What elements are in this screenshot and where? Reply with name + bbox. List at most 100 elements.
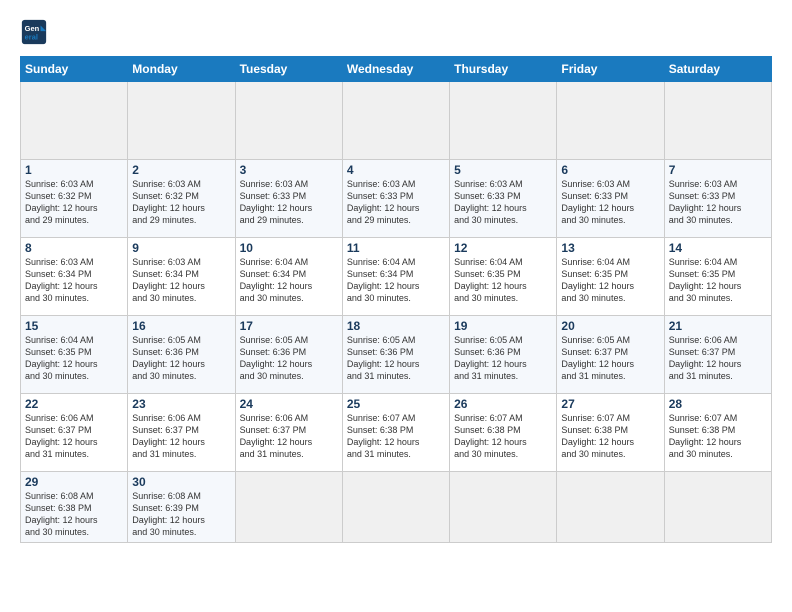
day-number: 16 xyxy=(132,319,230,333)
day-info: Sunrise: 6:03 AM Sunset: 6:34 PM Dayligh… xyxy=(132,256,230,305)
calendar-cell: 11Sunrise: 6:04 AM Sunset: 6:34 PM Dayli… xyxy=(342,238,449,316)
calendar-cell: 6Sunrise: 6:03 AM Sunset: 6:33 PM Daylig… xyxy=(557,160,664,238)
calendar-cell: 17Sunrise: 6:05 AM Sunset: 6:36 PM Dayli… xyxy=(235,316,342,394)
day-info: Sunrise: 6:04 AM Sunset: 6:35 PM Dayligh… xyxy=(25,334,123,383)
calendar-cell xyxy=(342,472,449,543)
logo-icon: Gen eral xyxy=(20,18,48,46)
day-number: 18 xyxy=(347,319,445,333)
calendar-week-row xyxy=(21,82,772,160)
calendar-week-row: 22Sunrise: 6:06 AM Sunset: 6:37 PM Dayli… xyxy=(21,394,772,472)
day-number: 20 xyxy=(561,319,659,333)
day-number: 2 xyxy=(132,163,230,177)
day-number: 15 xyxy=(25,319,123,333)
calendar-cell: 21Sunrise: 6:06 AM Sunset: 6:37 PM Dayli… xyxy=(664,316,771,394)
day-number: 23 xyxy=(132,397,230,411)
calendar-cell: 12Sunrise: 6:04 AM Sunset: 6:35 PM Dayli… xyxy=(450,238,557,316)
day-number: 29 xyxy=(25,475,123,489)
calendar-cell: 10Sunrise: 6:04 AM Sunset: 6:34 PM Dayli… xyxy=(235,238,342,316)
col-header-monday: Monday xyxy=(128,57,235,82)
page: Gen eral SundayMondayTuesdayWednesdayThu… xyxy=(0,0,792,612)
col-header-saturday: Saturday xyxy=(664,57,771,82)
col-header-sunday: Sunday xyxy=(21,57,128,82)
col-header-friday: Friday xyxy=(557,57,664,82)
day-number: 12 xyxy=(454,241,552,255)
col-header-thursday: Thursday xyxy=(450,57,557,82)
day-info: Sunrise: 6:07 AM Sunset: 6:38 PM Dayligh… xyxy=(347,412,445,461)
day-info: Sunrise: 6:05 AM Sunset: 6:37 PM Dayligh… xyxy=(561,334,659,383)
day-info: Sunrise: 6:05 AM Sunset: 6:36 PM Dayligh… xyxy=(347,334,445,383)
day-info: Sunrise: 6:08 AM Sunset: 6:39 PM Dayligh… xyxy=(132,490,230,539)
day-info: Sunrise: 6:04 AM Sunset: 6:34 PM Dayligh… xyxy=(240,256,338,305)
calendar-cell: 13Sunrise: 6:04 AM Sunset: 6:35 PM Dayli… xyxy=(557,238,664,316)
day-number: 17 xyxy=(240,319,338,333)
calendar-cell: 8Sunrise: 6:03 AM Sunset: 6:34 PM Daylig… xyxy=(21,238,128,316)
day-info: Sunrise: 6:06 AM Sunset: 6:37 PM Dayligh… xyxy=(25,412,123,461)
calendar-table: SundayMondayTuesdayWednesdayThursdayFrid… xyxy=(20,56,772,543)
day-number: 9 xyxy=(132,241,230,255)
calendar-cell: 7Sunrise: 6:03 AM Sunset: 6:33 PM Daylig… xyxy=(664,160,771,238)
day-number: 21 xyxy=(669,319,767,333)
calendar-cell: 9Sunrise: 6:03 AM Sunset: 6:34 PM Daylig… xyxy=(128,238,235,316)
day-number: 1 xyxy=(25,163,123,177)
calendar-cell xyxy=(21,82,128,160)
day-info: Sunrise: 6:07 AM Sunset: 6:38 PM Dayligh… xyxy=(669,412,767,461)
calendar-cell: 5Sunrise: 6:03 AM Sunset: 6:33 PM Daylig… xyxy=(450,160,557,238)
svg-text:eral: eral xyxy=(25,32,38,41)
day-number: 6 xyxy=(561,163,659,177)
day-number: 28 xyxy=(669,397,767,411)
calendar-cell: 28Sunrise: 6:07 AM Sunset: 6:38 PM Dayli… xyxy=(664,394,771,472)
day-info: Sunrise: 6:03 AM Sunset: 6:33 PM Dayligh… xyxy=(454,178,552,227)
calendar-cell: 25Sunrise: 6:07 AM Sunset: 6:38 PM Dayli… xyxy=(342,394,449,472)
day-info: Sunrise: 6:05 AM Sunset: 6:36 PM Dayligh… xyxy=(132,334,230,383)
day-number: 19 xyxy=(454,319,552,333)
calendar-cell xyxy=(342,82,449,160)
calendar-cell: 20Sunrise: 6:05 AM Sunset: 6:37 PM Dayli… xyxy=(557,316,664,394)
calendar-cell: 15Sunrise: 6:04 AM Sunset: 6:35 PM Dayli… xyxy=(21,316,128,394)
day-info: Sunrise: 6:03 AM Sunset: 6:33 PM Dayligh… xyxy=(240,178,338,227)
day-number: 22 xyxy=(25,397,123,411)
day-info: Sunrise: 6:06 AM Sunset: 6:37 PM Dayligh… xyxy=(240,412,338,461)
header: Gen eral xyxy=(20,18,772,46)
calendar-cell: 29Sunrise: 6:08 AM Sunset: 6:38 PM Dayli… xyxy=(21,472,128,543)
col-header-tuesday: Tuesday xyxy=(235,57,342,82)
calendar-cell xyxy=(235,472,342,543)
calendar-cell: 23Sunrise: 6:06 AM Sunset: 6:37 PM Dayli… xyxy=(128,394,235,472)
day-number: 14 xyxy=(669,241,767,255)
calendar-cell xyxy=(664,82,771,160)
day-number: 7 xyxy=(669,163,767,177)
day-info: Sunrise: 6:07 AM Sunset: 6:38 PM Dayligh… xyxy=(454,412,552,461)
day-info: Sunrise: 6:03 AM Sunset: 6:32 PM Dayligh… xyxy=(132,178,230,227)
calendar-week-row: 8 Sunrise: 6:03 AM Sunset: 6:34 PM Daylig… xyxy=(21,238,772,316)
day-info: Sunrise: 6:03 AM Sunset: 6:33 PM Dayligh… xyxy=(347,178,445,227)
calendar-week-row: 15Sunrise: 6:04 AM Sunset: 6:35 PM Dayli… xyxy=(21,316,772,394)
calendar-cell: 4Sunrise: 6:03 AM Sunset: 6:33 PM Daylig… xyxy=(342,160,449,238)
calendar-cell xyxy=(450,472,557,543)
calendar-cell: 14Sunrise: 6:04 AM Sunset: 6:35 PM Dayli… xyxy=(664,238,771,316)
calendar-week-row: 29Sunrise: 6:08 AM Sunset: 6:38 PM Dayli… xyxy=(21,472,772,543)
day-info: Sunrise: 6:04 AM Sunset: 6:35 PM Dayligh… xyxy=(561,256,659,305)
calendar-cell xyxy=(557,82,664,160)
calendar-cell: 16Sunrise: 6:05 AM Sunset: 6:36 PM Dayli… xyxy=(128,316,235,394)
calendar-cell: 27Sunrise: 6:07 AM Sunset: 6:38 PM Dayli… xyxy=(557,394,664,472)
calendar-cell: 22Sunrise: 6:06 AM Sunset: 6:37 PM Dayli… xyxy=(21,394,128,472)
day-number: 10 xyxy=(240,241,338,255)
calendar-cell xyxy=(450,82,557,160)
day-number: 30 xyxy=(132,475,230,489)
day-number: 8 xyxy=(25,241,123,255)
calendar-cell: 18Sunrise: 6:05 AM Sunset: 6:36 PM Dayli… xyxy=(342,316,449,394)
logo: Gen eral xyxy=(20,18,52,46)
day-info: Sunrise: 6:03 AM Sunset: 6:33 PM Dayligh… xyxy=(669,178,767,227)
day-info: Sunrise: 6:04 AM Sunset: 6:34 PM Dayligh… xyxy=(347,256,445,305)
day-number: 13 xyxy=(561,241,659,255)
day-info: Sunrise: 6:06 AM Sunset: 6:37 PM Dayligh… xyxy=(132,412,230,461)
day-number: 27 xyxy=(561,397,659,411)
day-info: Sunrise: 6:04 AM Sunset: 6:35 PM Dayligh… xyxy=(669,256,767,305)
day-number: 3 xyxy=(240,163,338,177)
calendar-cell: 26Sunrise: 6:07 AM Sunset: 6:38 PM Dayli… xyxy=(450,394,557,472)
day-number: 11 xyxy=(347,241,445,255)
calendar-week-row: 1 Sunrise: 6:03 AM Sunset: 6:32 PM Daylig… xyxy=(21,160,772,238)
day-info: Sunrise: 6:07 AM Sunset: 6:38 PM Dayligh… xyxy=(561,412,659,461)
calendar-cell xyxy=(235,82,342,160)
calendar-cell xyxy=(557,472,664,543)
col-header-wednesday: Wednesday xyxy=(342,57,449,82)
